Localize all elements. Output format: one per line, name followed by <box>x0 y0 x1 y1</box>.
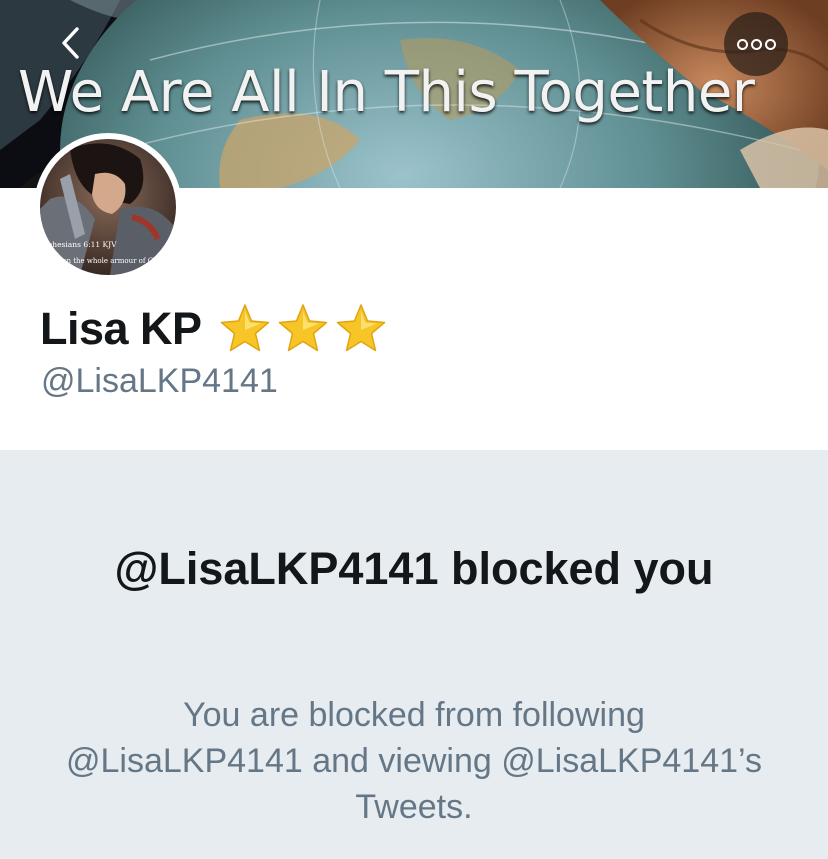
avatar[interactable]: Ephesians 6:11 KJV Put on the whole armo… <box>34 133 182 281</box>
star-icon <box>278 304 327 352</box>
woman-in-armor-avatar: Ephesians 6:11 KJV Put on the whole armo… <box>40 139 176 275</box>
display-name: Lisa KP <box>40 303 202 354</box>
star-icon <box>220 304 269 352</box>
profile-handle: @LisaLKP4141 <box>41 362 278 400</box>
blocked-message: You are blocked from following @LisaLKP4… <box>66 696 762 826</box>
back-button[interactable] <box>50 22 92 64</box>
blocked-title: @LisaLKP4141 blocked you <box>114 543 714 594</box>
avatar-caption-verse: Ephesians 6:11 KJV <box>42 240 117 249</box>
star-icon <box>336 304 385 352</box>
name-row: Lisa KP <box>40 300 390 358</box>
name-emoji-group <box>216 300 390 358</box>
avatar-caption-text: Put on the whole armour of God <box>48 257 163 265</box>
chevron-left-icon <box>62 27 79 59</box>
more-options-icon <box>764 38 776 50</box>
banner-text: We Are All In This Together <box>18 60 755 125</box>
more-options-icon <box>750 38 762 50</box>
more-options-button[interactable] <box>724 12 788 76</box>
more-options-icon <box>736 38 748 50</box>
